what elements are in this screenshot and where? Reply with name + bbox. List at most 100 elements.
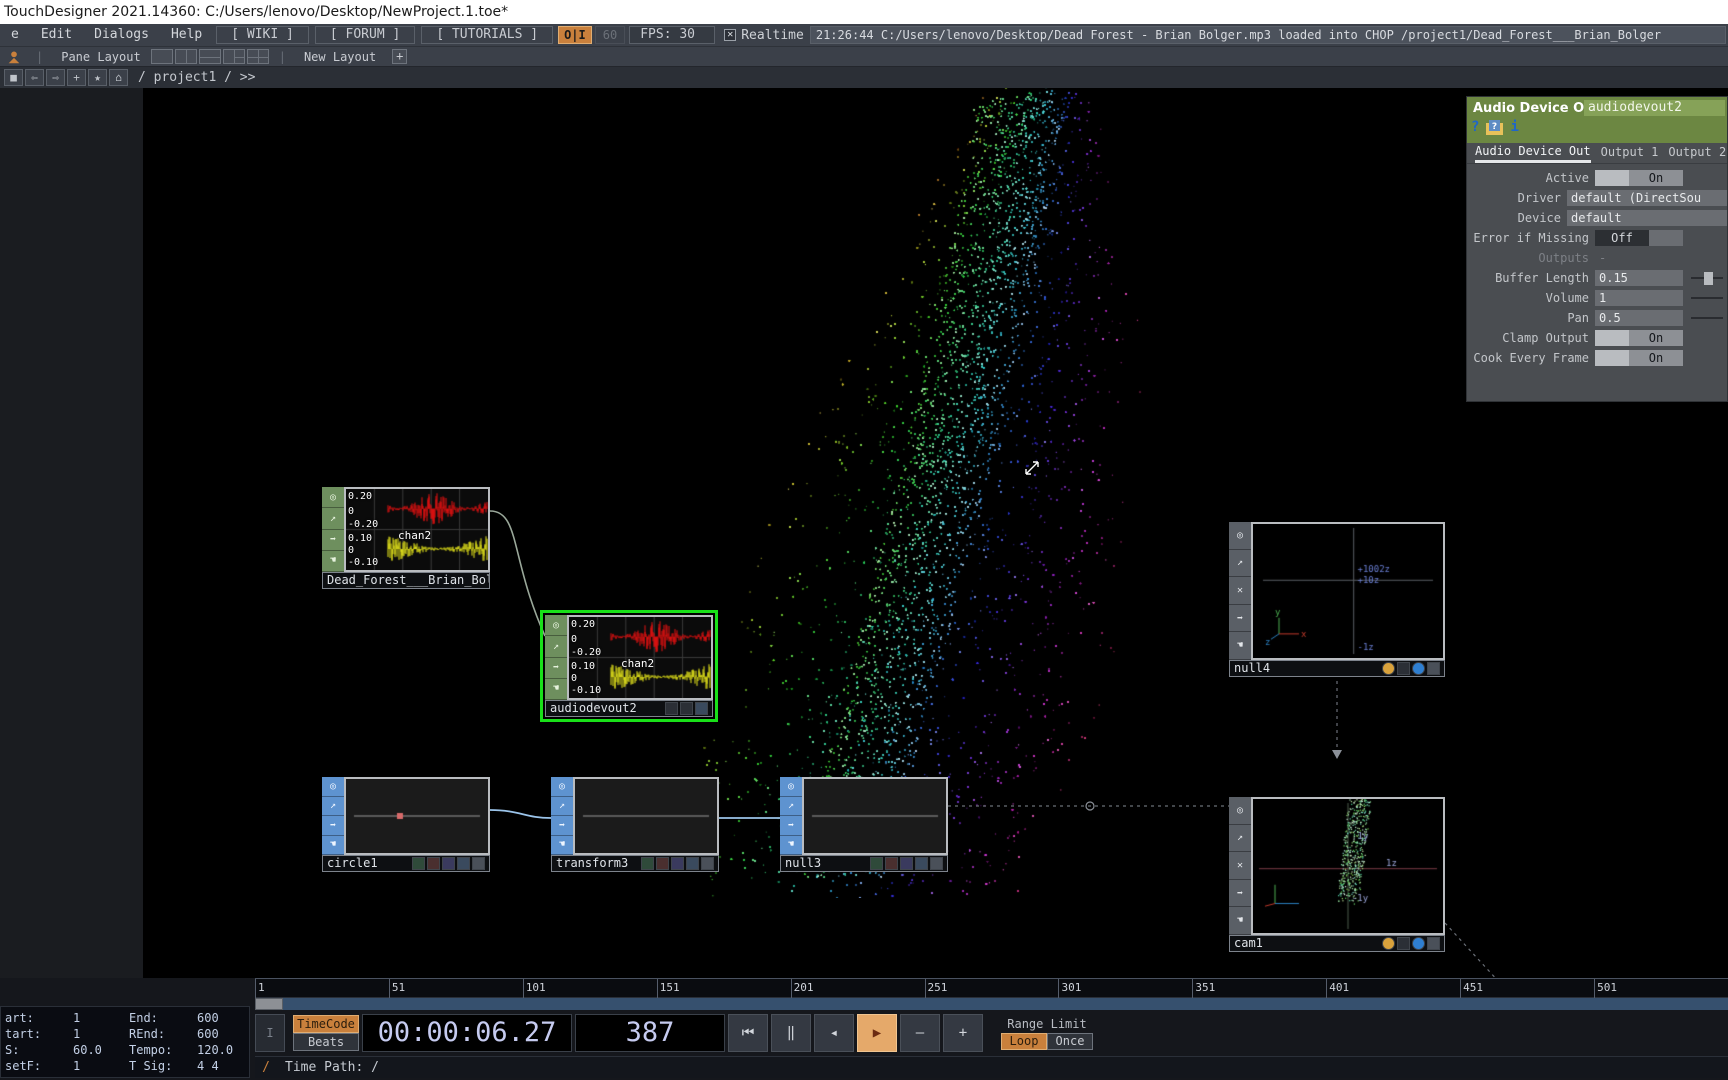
beats-mode-button[interactable]: Beats — [293, 1033, 359, 1051]
toggle-switch[interactable]: Off — [1595, 230, 1683, 246]
node-flag-icon-2[interactable]: ✕ — [1229, 577, 1251, 605]
help-question-icon[interactable]: ? — [1471, 119, 1479, 135]
node-flag-icon-1[interactable]: ↗ — [322, 508, 344, 530]
layout-preset-5[interactable] — [246, 49, 269, 64]
node-chips[interactable] — [1380, 662, 1440, 675]
scrollbar-grip[interactable] — [255, 998, 283, 1010]
home-icon[interactable]: ⌂ — [109, 69, 128, 86]
node-chip-3[interactable] — [1427, 662, 1440, 675]
node-flag-icon-1[interactable]: ↗ — [1229, 825, 1251, 853]
timecode-display[interactable]: 00:00:06.27 — [362, 1014, 572, 1052]
node-flag-icon-3[interactable]: ☚ — [322, 836, 344, 855]
layout-preset-3[interactable] — [198, 49, 221, 64]
perform-toggle-button[interactable]: O|I — [558, 26, 592, 44]
menu-item-file[interactable]: e — [0, 24, 30, 46]
info-icon[interactable]: i — [1510, 119, 1518, 135]
node-chip-4[interactable] — [472, 857, 485, 870]
node-viewer[interactable] — [802, 777, 948, 855]
node-flag-icon-3[interactable]: ☚ — [545, 679, 567, 700]
parameter-slider[interactable] — [1691, 270, 1723, 286]
node-chips[interactable] — [639, 857, 714, 870]
node-flag-icon-1[interactable]: ↗ — [551, 797, 573, 816]
parameter-panel[interactable]: Audio Device Out audiodevout2 ? ? i Audi… — [1466, 96, 1728, 402]
layout-preset-4[interactable] — [222, 49, 245, 64]
once-button[interactable]: Once — [1047, 1032, 1093, 1050]
node-chip-0[interactable] — [412, 857, 425, 870]
time-path-bar[interactable]: / Time Path: / — [255, 1056, 1728, 1078]
parameter-tab-0[interactable]: Audio Device Out — [1475, 144, 1591, 163]
node-name-bar[interactable]: audiodevout2 — [545, 700, 713, 717]
parameter-slider[interactable] — [1691, 290, 1723, 306]
forum-button[interactable]: [ FORUM ] — [314, 26, 416, 44]
node-chip-4[interactable] — [930, 857, 943, 870]
node-flag-icon-1[interactable]: ↗ — [1229, 550, 1251, 578]
node-chips[interactable] — [868, 857, 943, 870]
node-viewer[interactable]: 0.20 0 -0.20 0.10 0 -0.10 chan2 — [567, 615, 713, 700]
timeline-cursor-handle[interactable]: I — [255, 1014, 285, 1052]
operator-node-null4[interactable]: ◎ ↗ ✕ ➡ ☚ null4 — [1229, 522, 1445, 677]
node-flag-icon-0[interactable]: ◎ — [322, 777, 344, 797]
bookmark-star-icon[interactable]: ★ — [88, 69, 107, 86]
node-chip-0[interactable] — [1382, 662, 1395, 675]
node-viewer[interactable] — [1251, 797, 1445, 935]
node-flag-icon-3[interactable]: ☚ — [322, 551, 344, 572]
text-field[interactable]: default (DirectSou — [1567, 190, 1727, 206]
node-flag-icon-2[interactable]: ➡ — [322, 530, 344, 551]
timeline-ruler[interactable]: 1 51 101 151 201 251 301 351 401 451 501 — [255, 978, 1728, 999]
network-path[interactable]: / project1 / >> — [138, 70, 255, 85]
operator-node-dead_forest___brian_bolger[interactable]: ◎ ↗ ➡ ☚ 0.20 0 -0.20 0.10 0 -0.10 chan2 Dead_Forest… — [322, 487, 490, 589]
step-back-button[interactable]: ◂ — [814, 1014, 854, 1052]
node-chip-0[interactable] — [1382, 937, 1395, 950]
node-name-bar[interactable]: Dead_Forest___Brian_Bolger — [322, 572, 490, 589]
node-name-bar[interactable]: cam1 — [1229, 935, 1445, 952]
info-value[interactable]: 1 — [73, 1011, 80, 1027]
info-value[interactable]: 4 4 — [197, 1059, 219, 1075]
parameter-tab-2[interactable]: Output 2 — [1668, 145, 1726, 161]
node-chip-3[interactable] — [686, 857, 699, 870]
info-value[interactable]: 1 — [73, 1027, 80, 1043]
node-flag-icon-0[interactable]: ◎ — [551, 777, 573, 797]
fps-field[interactable]: FPS: 30 — [629, 26, 716, 44]
tutorials-button[interactable]: [ TUTORIALS ] — [421, 26, 554, 44]
info-value[interactable]: 1 — [73, 1059, 80, 1075]
node-flag-icon-1[interactable]: ↗ — [545, 636, 567, 658]
node-viewer[interactable] — [573, 777, 719, 855]
node-viewer[interactable] — [344, 777, 490, 855]
stop-icon[interactable]: ■ — [4, 69, 23, 86]
node-chip-2[interactable] — [671, 857, 684, 870]
parameter-tabs[interactable]: Audio Device OutOutput 1Output 2Cor — [1467, 143, 1727, 164]
operator-node-audiodevout2[interactable]: ◎ ↗ ➡ ☚ 0.20 0 -0.20 0.10 0 -0.10 chan2 audiodevout… — [540, 610, 718, 722]
node-chip-2[interactable] — [1412, 662, 1425, 675]
numeric-field[interactable]: 0.15 — [1595, 270, 1683, 286]
realtime-toggle[interactable]: ✕ Realtime — [718, 28, 810, 43]
node-flag-icon-0[interactable]: ◎ — [780, 777, 802, 797]
node-viewer[interactable]: 0.20 0 -0.20 0.10 0 -0.10 chan2 — [344, 487, 490, 572]
node-flag-icon-3[interactable]: ➡ — [1229, 880, 1251, 908]
toggle-switch[interactable]: On — [1595, 170, 1683, 186]
menu-item-help[interactable]: Help — [160, 24, 213, 46]
info-value[interactable]: 60.0 — [73, 1043, 102, 1059]
node-chip-1[interactable] — [1397, 937, 1410, 950]
toggle-switch[interactable]: On — [1595, 330, 1683, 346]
node-chip-0[interactable] — [870, 857, 883, 870]
node-name-bar[interactable]: circle1 — [322, 855, 490, 872]
node-flag-icon-2[interactable]: ➡ — [551, 816, 573, 836]
node-chip-3[interactable] — [915, 857, 928, 870]
node-flag-icon-1[interactable]: ↗ — [780, 797, 802, 816]
node-chip-3[interactable] — [457, 857, 470, 870]
parameter-tab-1[interactable]: Output 1 — [1601, 145, 1659, 161]
rewind-button[interactable]: ⏮ — [728, 1014, 768, 1052]
node-flag-icon-0[interactable]: ◎ — [545, 615, 567, 637]
plus-button[interactable]: + — [943, 1014, 983, 1052]
node-chip-2[interactable] — [442, 857, 455, 870]
info-value[interactable]: 600 — [197, 1027, 219, 1043]
node-flag-icon-2[interactable]: ✕ — [1229, 852, 1251, 880]
info-value[interactable]: 120.0 — [197, 1043, 233, 1059]
node-chip-1[interactable] — [680, 702, 693, 715]
timeline-scrollbar[interactable] — [255, 998, 1728, 1010]
back-arrow-icon[interactable]: ⇦ — [25, 69, 44, 86]
node-flag-icon-2[interactable]: ➡ — [780, 816, 802, 836]
minus-button[interactable]: – — [900, 1014, 940, 1052]
op-help-icon[interactable]: ? — [1486, 119, 1504, 135]
node-flag-icon-4[interactable]: ☚ — [1229, 907, 1251, 935]
